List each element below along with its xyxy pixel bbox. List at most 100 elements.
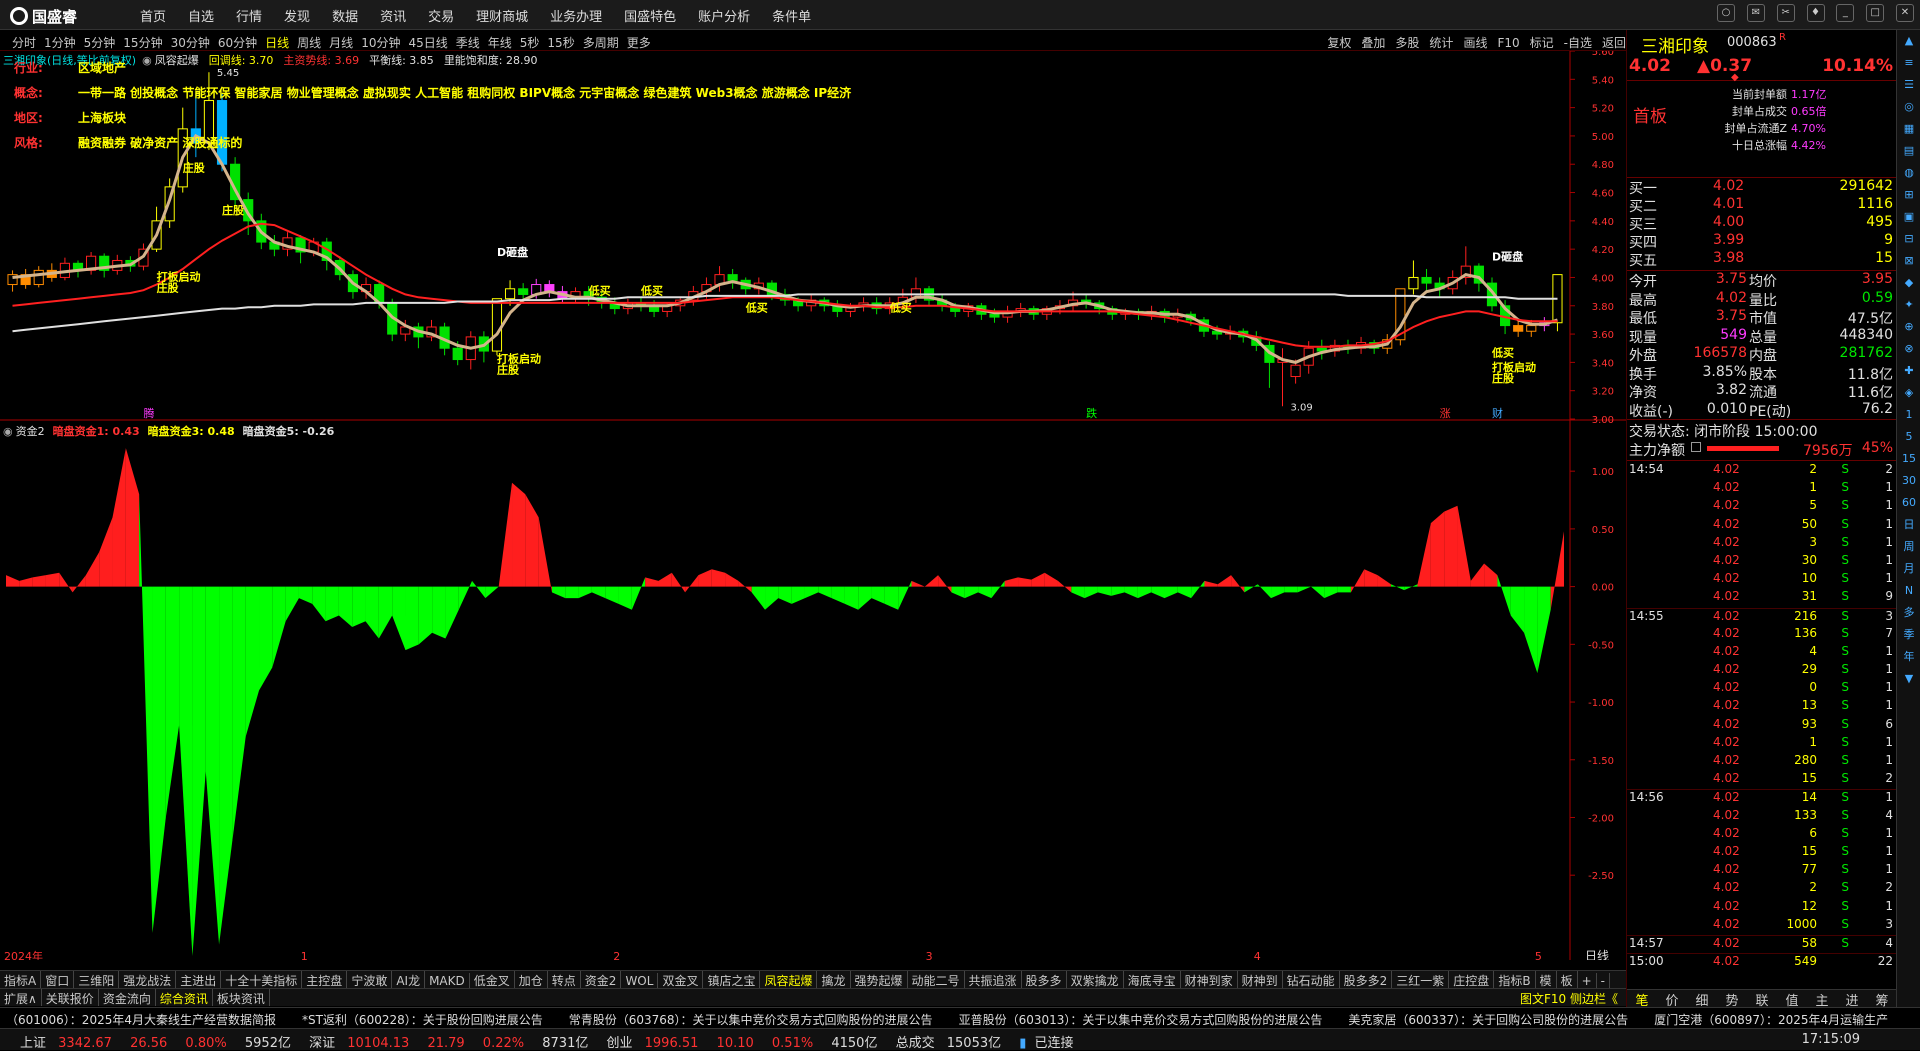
side-tool-icon[interactable]: ✚ [1897, 360, 1920, 382]
period-tab[interactable]: 季线 [456, 34, 480, 51]
nav-item[interactable]: 自选 [188, 6, 214, 25]
period-tab[interactable]: 5秒 [520, 34, 540, 51]
side-tool-icon[interactable]: ▤ [1897, 140, 1920, 162]
indicator-tab[interactable]: 双紫擒龙 [1067, 971, 1124, 988]
indicator-tab[interactable]: 共振追涨 [965, 971, 1022, 988]
indicator-tab[interactable]: 指标B [1494, 971, 1536, 988]
indicator-tab[interactable]: 窗口 [41, 971, 75, 988]
indicator-tab[interactable]: 强势起爆 [851, 971, 908, 988]
toolbar-button[interactable]: 画线 [1463, 34, 1487, 51]
mainflow-toggle-icon[interactable] [1691, 442, 1701, 452]
nav-item[interactable]: 数据 [332, 6, 358, 25]
sub-indicator-name[interactable]: 资金2 [16, 425, 45, 438]
indicator-tab[interactable]: 主控盘 [302, 971, 348, 988]
quote-tab[interactable]: 筹 [1867, 990, 1897, 1009]
toolbar-button[interactable]: F10 [1497, 36, 1519, 50]
indicator-tab[interactable]: 擒龙 [817, 971, 851, 988]
minimize-icon[interactable]: _ [1836, 4, 1855, 22]
quote-tab[interactable]: 联 [1747, 990, 1777, 1009]
kline-chart-area[interactable]: 5.60 5.40 5.20 5.00 4.80 4.60 4.40 4.20 4.00 3.80… [0, 51, 1626, 960]
period-tab[interactable]: 多周期 [583, 34, 619, 51]
mail-icon[interactable]: ✉ [1746, 4, 1765, 22]
quote-tab[interactable]: 势 [1717, 990, 1747, 1009]
period-tab[interactable]: 30分钟 [171, 34, 210, 51]
nav-item[interactable]: 业务办理 [550, 6, 602, 25]
toolbar-button[interactable]: 多股 [1395, 34, 1419, 51]
indicator-tab[interactable]: 海底寻宝 [1124, 971, 1181, 988]
info-tab[interactable]: 扩展∧ [0, 989, 42, 1006]
nav-item[interactable]: 交易 [428, 6, 454, 25]
indicator-tab[interactable]: MAKD [425, 973, 470, 988]
side-tool-icon[interactable]: 多 [1897, 602, 1920, 624]
side-tool-icon[interactable]: ▦ [1897, 118, 1920, 140]
period-tab[interactable]: 5分钟 [84, 34, 116, 51]
indicator-tab[interactable]: 强龙战法 [119, 971, 177, 988]
quote-tab[interactable]: 笔 [1627, 990, 1657, 1009]
indicator-tab[interactable]: 财神到 [1238, 971, 1283, 988]
news-item[interactable]: 美克家居（600337）：关于回购公司股份的进展公告 [1348, 1011, 1628, 1027]
order-row[interactable]: 买二 4.01 1116 [1627, 196, 1897, 215]
order-row[interactable]: 买五 3.98 15 [1627, 250, 1897, 269]
side-tool-icon[interactable]: ⊟ [1897, 228, 1920, 250]
app-logo[interactable]: 国盛睿 [10, 6, 77, 27]
side-tool-icon[interactable]: ≡ [1897, 52, 1920, 74]
nav-item[interactable]: 国盛特色 [624, 6, 676, 25]
period-tab[interactable]: 月线 [329, 34, 353, 51]
side-tool-icon[interactable]: 日 [1897, 514, 1920, 536]
side-tool-icon[interactable]: 1 [1897, 404, 1920, 426]
info-tab[interactable]: 板块资讯 [213, 989, 270, 1006]
indicator-tab[interactable]: 财神到家 [1181, 971, 1238, 988]
toolbar-button[interactable]: 返回 [1602, 34, 1626, 51]
indicator-tab[interactable]: 加仓 [515, 971, 548, 988]
indicator-tab[interactable]: 主进出 [176, 971, 222, 988]
side-tool-icon[interactable]: 季 [1897, 624, 1920, 646]
toolbar-button[interactable]: 统计 [1429, 34, 1453, 51]
indicator-tab[interactable]: 三红一紫 [1392, 971, 1450, 988]
indicator-tab[interactable]: 钻石动能 [1283, 971, 1340, 988]
side-tool-icon[interactable]: ◆ [1897, 272, 1920, 294]
side-tool-icon[interactable]: 年 [1897, 646, 1920, 668]
side-tool-icon[interactable]: ▣ [1897, 206, 1920, 228]
order-row[interactable]: 买三 4.00 495 [1627, 214, 1897, 233]
period-tab[interactable]: 1分钟 [44, 34, 76, 51]
period-tab[interactable]: 10分钟 [361, 34, 400, 51]
maximize-icon[interactable]: □ [1866, 4, 1885, 22]
side-tool-icon[interactable]: ☰ [1897, 74, 1920, 96]
toolbar-button[interactable]: 标记 [1530, 34, 1554, 51]
info-tab[interactable]: 综合资讯 [156, 989, 213, 1006]
indicator-tab[interactable]: + [1578, 973, 1597, 988]
indicator-tab[interactable]: 十全十美指标 [221, 971, 303, 988]
info-tab[interactable]: 关联报价 [42, 989, 99, 1006]
side-tool-icon[interactable]: ⊗ [1897, 338, 1920, 360]
nav-item[interactable]: 发现 [284, 6, 310, 25]
quote-tab[interactable]: 细 [1687, 990, 1717, 1009]
side-tool-icon[interactable]: ✦ [1897, 294, 1920, 316]
side-tool-icon[interactable]: 月 [1897, 558, 1920, 580]
period-tab[interactable]: 分时 [12, 34, 36, 51]
period-tab[interactable]: 15分钟 [123, 34, 162, 51]
quote-tab[interactable]: 主 [1807, 990, 1837, 1009]
indicator-tab[interactable]: 低金叉 [470, 971, 515, 988]
dropdown-icon[interactable]: ◉ [142, 54, 152, 67]
f10-sidebar-toggle[interactable]: 图文F10 侧边栏《 [1516, 989, 1622, 1006]
side-tool-icon[interactable]: ▼ [1897, 668, 1920, 690]
side-tool-icon[interactable]: 周 [1897, 536, 1920, 558]
side-tool-icon[interactable]: ⊠ [1897, 250, 1920, 272]
side-tool-icon[interactable]: 60 [1897, 492, 1920, 514]
indicator-tab[interactable]: 动能二号 [908, 971, 965, 988]
side-tool-icon[interactable]: ◎ [1897, 96, 1920, 118]
tick-list[interactable]: 14:54 4.02 2 S 2 4.02 1 S 1 4.02 5 S 1 4.02 50 S 1 4.02 3 S… [1627, 462, 1897, 971]
indicator-tab[interactable]: 股多多 [1022, 971, 1067, 988]
order-row[interactable]: 买四 3.99 9 [1627, 232, 1897, 251]
side-tool-icon[interactable]: ◍ [1897, 162, 1920, 184]
indicator-tab[interactable]: 指标A [0, 971, 42, 988]
kline-chart[interactable]: 5.60 5.40 5.20 5.00 4.80 4.60 4.40 4.20 4.00 3.80… [0, 51, 1626, 960]
chat-icon[interactable]: ○ [1717, 4, 1736, 22]
side-tool-icon[interactable]: ◈ [1897, 382, 1920, 404]
indicator-tab[interactable]: 三维阳 [74, 971, 120, 988]
period-tab[interactable]: 15秒 [547, 34, 574, 51]
quote-tab[interactable]: 价 [1657, 990, 1687, 1009]
settings-icon[interactable]: ✂ [1776, 4, 1795, 22]
skin-icon[interactable]: ♦ [1806, 4, 1825, 22]
period-tab[interactable]: 周线 [297, 34, 321, 51]
